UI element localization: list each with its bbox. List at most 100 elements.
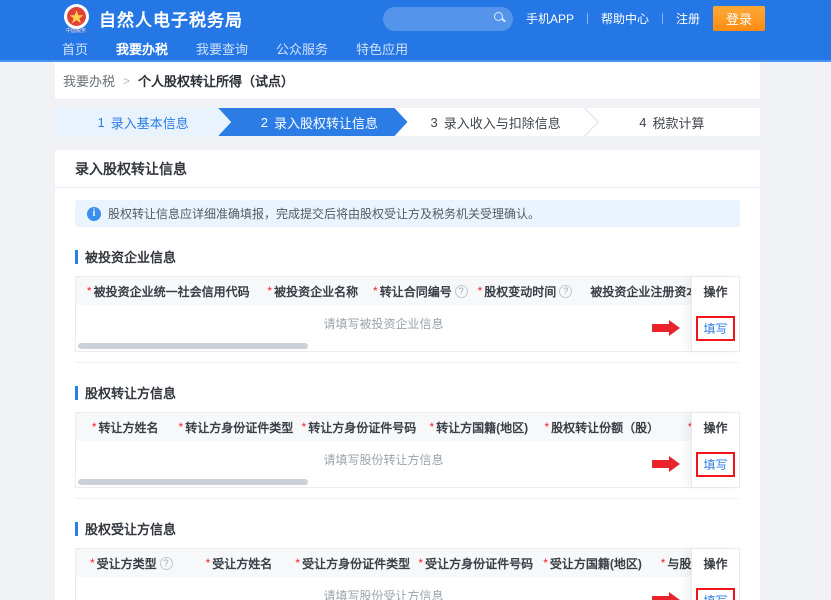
column-label: 受让方身份证件号码 (425, 555, 533, 572)
header: 中国税务 自然人电子税务局 手机APP 帮助中心 注册 登录 首页 我要办税 我要查询 公… (0, 0, 831, 62)
step-label: 税款计算 (652, 113, 704, 132)
step-label: 录入股权转让信息 (274, 113, 378, 132)
table-header-row: *受让方类型?*受让方姓名*受让方身份证件类型*受让方身份证件号码*受让方国籍(… (76, 549, 691, 577)
column-header: *转让合同编号? (365, 283, 476, 300)
section: 股权受让方信息 *受让方类型?*受让方姓名*受让方身份证件类型*受让方身份证件号… (75, 499, 740, 600)
scrollbar-thumb[interactable] (78, 479, 308, 485)
required-asterisk: * (179, 420, 184, 434)
main-nav: 首页 我要办税 我要查询 公众服务 特色应用 (0, 37, 831, 60)
column-header: *受让方身份证件类型 (291, 555, 414, 572)
column-header: *转让方身份证件类型 (174, 419, 297, 436)
column-label: 转让合同编号 (380, 283, 452, 300)
section-title-bar (75, 386, 78, 400)
annotation-arrow-icon (652, 592, 680, 600)
column-label: 转让方姓名 (99, 419, 159, 436)
section-title-text: 股权受让方信息 (85, 519, 176, 538)
column-header: *受让方姓名 (187, 555, 292, 572)
column-label: 与股权转让 (667, 555, 691, 572)
action-column: 操作 填写 (691, 413, 739, 487)
section-title: 股权转让方信息 (75, 383, 740, 402)
column-header: *与股权转让 (648, 555, 691, 572)
fill-in-link[interactable]: 填写 (696, 588, 734, 600)
step-number: 3 (431, 115, 438, 130)
nav-item[interactable]: 特色应用 (356, 39, 408, 58)
help-icon[interactable]: ? (559, 285, 572, 298)
page: 中国税务 自然人电子税务局 手机APP帮助中心注册 登录 首页我要办税我要查询公… (0, 0, 831, 600)
empty-placeholder-text: 请填写被投资企业信息 (323, 315, 443, 332)
column-label: 受让方身份证件类型 (302, 555, 410, 572)
step-indicator: 1 录入基本信息 2录入股权转让信息3录入收入与扣除信息 4 税款计算 (55, 108, 760, 136)
breadcrumb-current: 个人股权转让所得（试点） (138, 71, 294, 90)
step-label: 录入基本信息 (111, 113, 189, 132)
required-asterisk: * (661, 556, 666, 570)
column-label: 转让方身份证件号码 (308, 419, 416, 436)
annotation-arrow-icon (652, 456, 680, 472)
required-asterisk: * (429, 420, 434, 434)
column-label: 受让方国籍(地区) (550, 555, 642, 572)
breadcrumb-parent[interactable]: 我要办税 (63, 71, 115, 90)
tax-bureau-logo-icon: 中国税务 (62, 4, 90, 34)
column-header: *转让方身份证件号码 (297, 419, 420, 436)
header-link[interactable]: 帮助中心 (601, 10, 649, 27)
column-label: 股权变动时间 (484, 283, 556, 300)
notice-banner: i 股权转让信息应详细准确填报，完成提交后将由股权受让方及税务机关受理确认。 (75, 200, 740, 227)
column-label: 转让方身份证件类型 (185, 419, 293, 436)
column-header: *被投资企业统一社会信用代码 (76, 283, 261, 300)
table-empty-row: 请填写股份受让方信息 (76, 577, 691, 600)
wizard-step[interactable]: 2录入股权转让信息 (218, 108, 407, 136)
wizard-step[interactable]: 4 税款计算 (584, 108, 760, 136)
header-right: 手机APP 帮助中心 注册 登录 (383, 6, 765, 31)
required-asterisk: * (92, 420, 97, 434)
login-button[interactable]: 登录 (713, 6, 765, 31)
fill-in-link[interactable]: 填写 (696, 316, 734, 341)
nav-item[interactable]: 我要办税 (116, 39, 168, 58)
info-icon: i (87, 207, 101, 221)
national-emblem-icon (66, 6, 87, 27)
help-icon[interactable]: ? (455, 285, 468, 298)
wizard-step[interactable]: 1 录入基本信息 (55, 108, 231, 136)
required-asterisk: * (295, 556, 300, 570)
data-table: *受让方类型?*受让方姓名*受让方身份证件类型*受让方身份证件号码*受让方国籍(… (75, 548, 740, 600)
empty-placeholder-text: 请填写股份转让方信息 (323, 451, 443, 468)
nav-item[interactable]: 首页 (62, 39, 88, 58)
scrollbar-thumb[interactable] (78, 343, 308, 349)
column-label: 受让方类型 (97, 555, 157, 572)
main-panel: 录入股权转让信息 i 股权转让信息应详细准确填报，完成提交后将由股权受让方及税务… (55, 150, 760, 600)
brand: 中国税务 自然人电子税务局 (62, 4, 243, 34)
help-icon[interactable]: ? (160, 557, 173, 570)
action-cell: 填写 (692, 577, 739, 600)
column-label: 受让方姓名 (212, 555, 272, 572)
header-link[interactable]: 注册 (676, 10, 700, 27)
action-column: 操作 填写 (691, 277, 739, 351)
horizontal-scrollbar (76, 477, 691, 487)
section-title-text: 被投资企业信息 (85, 247, 176, 266)
required-asterisk: * (302, 420, 307, 434)
column-header: *受让方类型? (76, 555, 187, 572)
required-asterisk: * (418, 556, 423, 570)
horizontal-scrollbar (76, 341, 691, 351)
divider (587, 13, 588, 24)
nav-item[interactable]: 公众服务 (276, 39, 328, 58)
nav-item[interactable]: 我要查询 (196, 39, 248, 58)
annotation-arrow-icon (652, 320, 680, 336)
column-label: 被投资企业名称 (274, 283, 358, 300)
step-number: 1 (98, 115, 105, 130)
search-input[interactable] (383, 7, 513, 31)
section-title-text: 股权转让方信息 (85, 383, 176, 402)
table-empty-row: 请填写被投资企业信息 (76, 305, 691, 341)
wizard-step[interactable]: 3录入收入与扣除信息 (395, 108, 584, 136)
column-header: *转让方国籍(地区) (420, 419, 537, 436)
section: 股权转让方信息 *转让方姓名*转让方身份证件类型*转让方身份证件号码*转让方国籍… (75, 363, 740, 499)
header-link[interactable]: 手机APP (526, 10, 574, 27)
table-header-row: *被投资企业统一社会信用代码*被投资企业名称*转让合同编号?*股权变动时间?被投… (76, 277, 691, 305)
fill-in-link[interactable]: 填写 (696, 452, 734, 477)
step-number: 4 (639, 115, 646, 130)
data-table: *转让方姓名*转让方身份证件类型*转让方身份证件号码*转让方国籍(地区)*股权转… (75, 412, 740, 488)
breadcrumb: 我要办税 > 个人股权转让所得（试点） (55, 62, 760, 100)
column-header: *股权转让份额（股） (537, 419, 666, 436)
required-asterisk: * (543, 556, 548, 570)
section-title: 被投资企业信息 (75, 247, 740, 266)
column-label: 股权转让份额（股） (551, 419, 659, 436)
required-asterisk: * (87, 284, 92, 298)
required-asterisk: * (206, 556, 211, 570)
